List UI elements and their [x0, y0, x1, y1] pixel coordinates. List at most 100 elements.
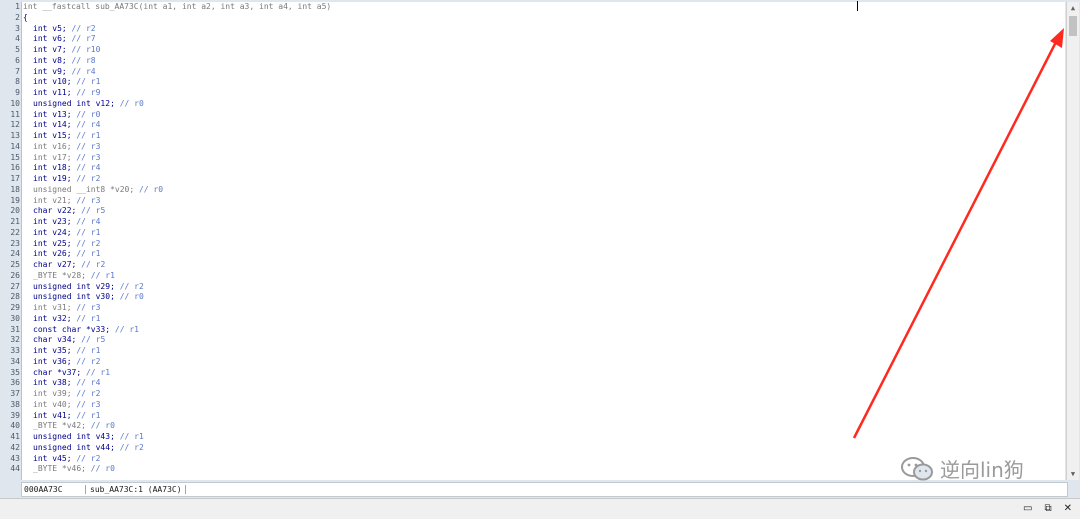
code-line[interactable]: _BYTE *v42; // r0 — [22, 421, 1065, 432]
code-line[interactable]: int v39; // r2 — [22, 389, 1065, 400]
code-line[interactable]: char v34; // r5 — [22, 335, 1065, 346]
code-text: int v38; — [33, 378, 77, 388]
code-text: int v13; — [33, 109, 77, 119]
code-line[interactable]: int v14; // r4 — [22, 120, 1065, 131]
code-text: unsigned __int8 *v20; — [33, 184, 139, 194]
code-text: unsigned int v43; — [33, 432, 120, 441]
vertical-scrollbar[interactable]: ▲ ▼ — [1066, 2, 1079, 480]
code-line[interactable]: char *v37; // r1 — [22, 368, 1065, 379]
code-line[interactable]: int v18; // r4 — [22, 163, 1065, 174]
code-comment: // r8 — [71, 55, 96, 65]
line-number: 13 — [10, 131, 20, 140]
code-line[interactable]: int v16; // r3 — [22, 142, 1065, 153]
code-line[interactable]: int v36; // r2 — [22, 357, 1065, 368]
code-line[interactable]: int v17; // r3 — [22, 153, 1065, 164]
code-text: int v10; — [33, 77, 77, 87]
line-number: 33 — [10, 346, 20, 355]
code-text: _BYTE *v46; — [33, 464, 91, 474]
watermark-text: 逆向lin狗 — [940, 458, 1024, 482]
code-line[interactable]: int v10; // r1 — [22, 77, 1065, 88]
code-line[interactable]: int v7; // r10 — [22, 45, 1065, 56]
code-comment: // r1 — [76, 227, 101, 237]
wechat-icon — [901, 456, 933, 480]
restore-icon[interactable]: ⧉ — [1044, 503, 1051, 514]
code-line[interactable]: int v41; // r1 — [22, 411, 1065, 422]
code-text: int v7; — [33, 45, 72, 54]
code-line[interactable]: int v32; // r1 — [22, 314, 1065, 325]
code-line[interactable]: int v15; // r1 — [22, 131, 1065, 142]
code-line[interactable]: int v6; // r7 — [22, 34, 1065, 45]
code-comment: // r4 — [76, 378, 101, 388]
code-comment: // r0 — [119, 98, 144, 108]
code-text: int v24; — [33, 227, 77, 237]
code-text: int v16; — [33, 141, 77, 151]
code-line[interactable]: unsigned int v30; // r0 — [22, 292, 1065, 303]
code-text: int v5; — [33, 23, 72, 33]
code-line[interactable]: unsigned int v44; // r2 — [22, 443, 1065, 454]
code-line[interactable]: unsigned int v43; // r1 — [22, 432, 1065, 443]
line-number: 4 — [15, 34, 20, 44]
code-line[interactable]: char v22; // r5 — [22, 206, 1065, 217]
code-text: int v8; — [33, 55, 72, 65]
code-line[interactable]: int v21; // r3 — [22, 196, 1065, 207]
code-comment: // r0 — [138, 184, 164, 194]
line-number: 39 — [10, 410, 20, 420]
code-line[interactable]: unsigned __int8 *v20; // r0 — [22, 185, 1065, 196]
code-line[interactable]: { — [22, 13, 1065, 24]
code-line[interactable]: int v23; // r4 — [22, 217, 1065, 228]
code-line[interactable]: int v19; // r2 — [22, 174, 1065, 185]
code-comment: // r4 — [76, 163, 101, 173]
code-comment: // r2 — [76, 356, 101, 366]
scrollbar-thumb[interactable] — [1069, 16, 1077, 36]
code-comment: // r1 — [119, 432, 144, 441]
line-number: 10 — [10, 98, 20, 108]
code-view[interactable]: int __fastcall sub_AA73C(int a1, int a2,… — [21, 2, 1065, 480]
code-line[interactable]: int v35; // r1 — [22, 346, 1065, 357]
line-number: 44 — [10, 464, 20, 474]
line-number: 12 — [10, 120, 20, 130]
code-line[interactable]: int v11; // r9 — [22, 88, 1065, 99]
line-number: 15 — [10, 152, 20, 162]
line-number: 40 — [10, 421, 20, 431]
code-comment: // r1 — [85, 367, 111, 377]
code-text: int v45; — [33, 453, 77, 463]
line-number: 34 — [10, 356, 20, 366]
code-comment: // r2 — [76, 453, 101, 463]
close-icon[interactable]: ✕ — [1064, 503, 1072, 514]
minimize-icon[interactable]: ▭ — [1023, 503, 1032, 514]
code-comment: // r1 — [76, 313, 101, 323]
code-line[interactable]: int v9; // r4 — [22, 67, 1065, 78]
code-line[interactable]: int v38; // r4 — [22, 378, 1065, 389]
code-text: int v6; — [33, 34, 72, 44]
code-line[interactable]: int v40; // r3 — [22, 400, 1065, 411]
code-line[interactable]: unsigned int v12; // r0 — [22, 99, 1065, 110]
line-number-gutter: 1 2 3 4 5 6 7 8 9 10 11 12 13 14 15 16 17 18 19 20 21 22 23 24 2… — [0, 2, 21, 480]
code-line[interactable]: int v24; // r1 — [22, 228, 1065, 239]
status-address: 000AA73C — [24, 485, 63, 494]
line-number: 5 — [15, 45, 20, 54]
code-line[interactable]: int v13; // r0 — [22, 110, 1065, 121]
code-line[interactable]: int v31; // r3 — [22, 303, 1065, 314]
code-line[interactable]: int v26; // r1 — [22, 249, 1065, 260]
code-line[interactable]: int v5; // r2 — [22, 24, 1065, 35]
code-text: int v11; — [33, 88, 77, 97]
line-number: 37 — [10, 389, 20, 398]
code-text: int v41; — [33, 410, 77, 420]
line-number: 14 — [10, 141, 20, 151]
code-line[interactable]: char v27; // r2 — [22, 260, 1065, 271]
status-separator — [85, 485, 86, 494]
code-comment: // r5 — [81, 206, 106, 216]
code-line[interactable]: unsigned int v29; // r2 — [22, 282, 1065, 293]
line-number: 30 — [10, 313, 20, 323]
code-line[interactable]: _BYTE *v28; // r1 — [22, 271, 1065, 282]
line-number: 23 — [10, 238, 20, 248]
code-line[interactable]: const char *v33; // r1 — [22, 325, 1065, 336]
code-comment: // r3 — [76, 303, 101, 312]
code-line[interactable]: int v25; // r2 — [22, 239, 1065, 250]
line-number: 19 — [10, 195, 20, 205]
line-number: 36 — [10, 378, 20, 388]
code-line[interactable]: int __fastcall sub_AA73C(int a1, int a2,… — [22, 2, 1065, 13]
scroll-down-icon[interactable]: ▼ — [1067, 468, 1079, 480]
code-line[interactable]: int v8; // r8 — [22, 56, 1065, 67]
scroll-up-icon[interactable]: ▲ — [1067, 2, 1079, 14]
